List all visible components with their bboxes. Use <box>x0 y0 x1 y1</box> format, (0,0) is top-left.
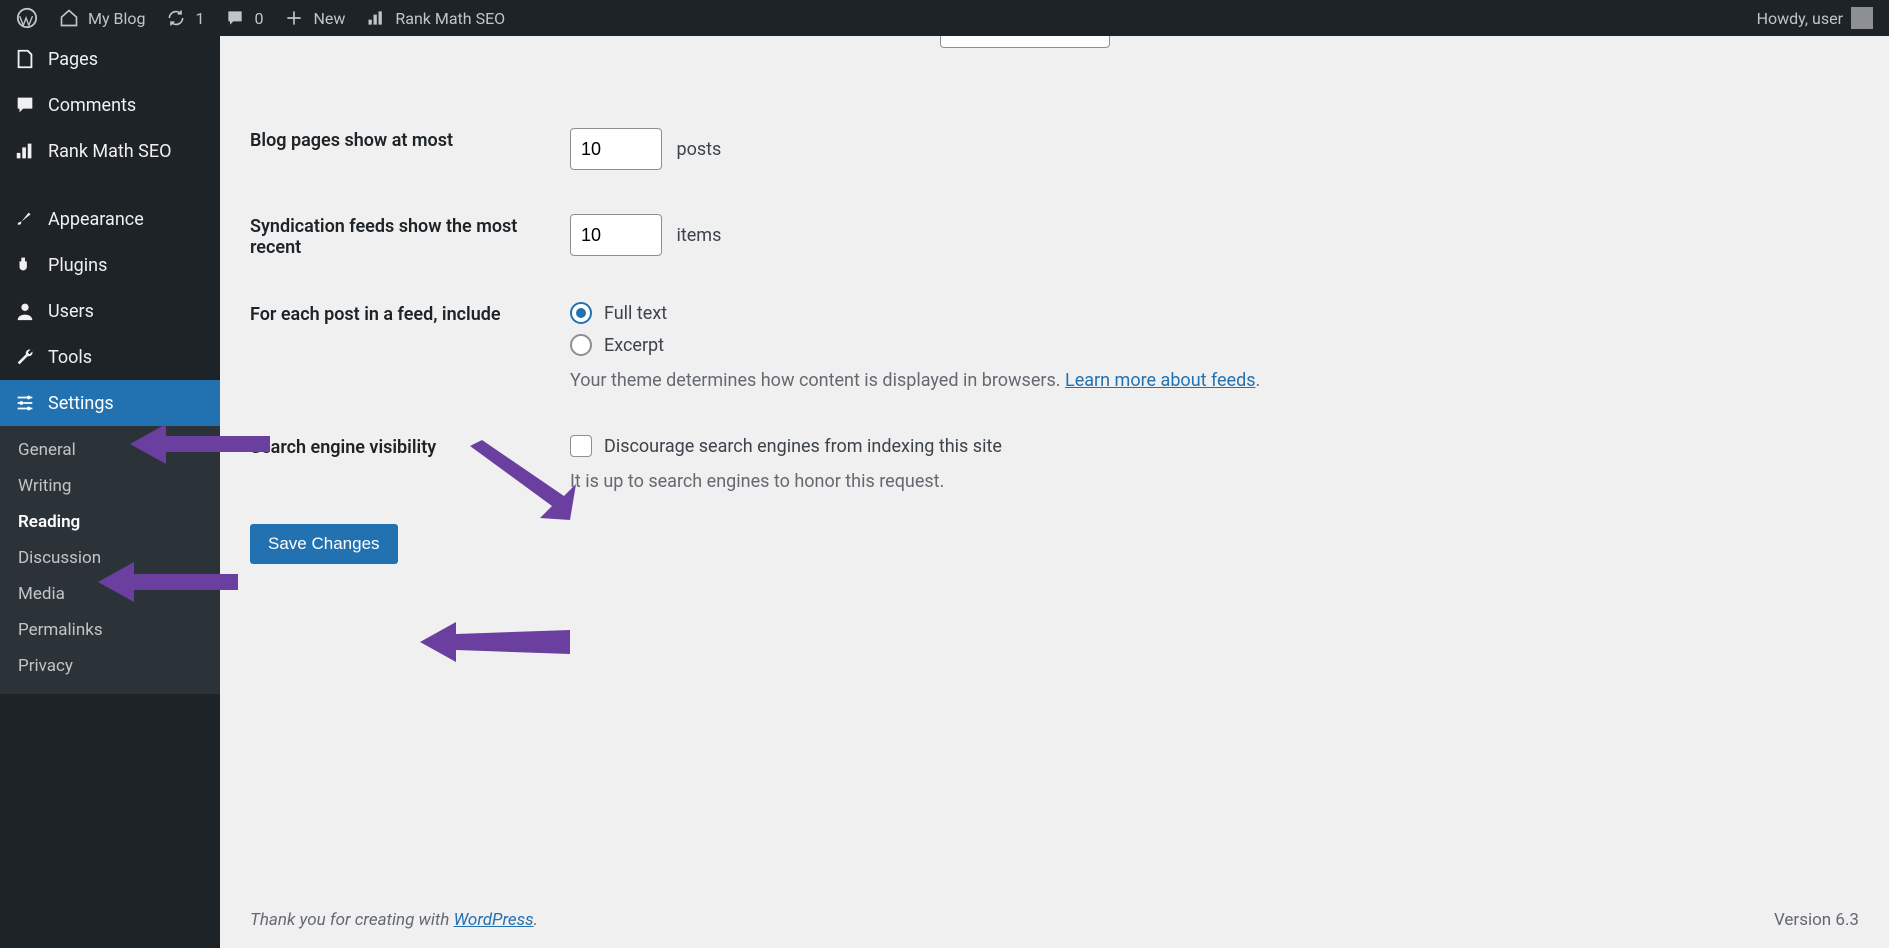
admin-sidebar: Pages Comments Rank Math SEO Appearance … <box>0 36 220 948</box>
input-blog-pages[interactable] <box>570 128 662 170</box>
admin-toolbar: My Blog 1 0 New Rank Math SEO Howdy, use… <box>0 0 1889 36</box>
page-icon <box>14 48 36 70</box>
wp-logo[interactable] <box>6 0 48 36</box>
site-link[interactable]: My Blog <box>48 0 155 36</box>
radio-fulltext-label: Full text <box>604 303 667 324</box>
submenu-privacy[interactable]: Privacy <box>0 648 220 684</box>
label-syndication: Syndication feeds show the most recent <box>250 214 570 258</box>
submenu-permalinks[interactable]: Permalinks <box>0 612 220 648</box>
plug-icon <box>14 254 36 276</box>
checkbox-discourage-indexing[interactable] <box>570 435 592 457</box>
rankmath-label: Rank Math SEO <box>395 9 505 28</box>
chart-icon <box>365 7 387 29</box>
updates-count: 1 <box>195 9 204 28</box>
cutoff-select[interactable] <box>940 36 1110 48</box>
site-name: My Blog <box>88 9 145 28</box>
comment-icon <box>14 94 36 116</box>
admin-footer: Thank you for creating with WordPress. V… <box>220 892 1889 948</box>
label-visibility: Search engine visibility <box>250 435 570 458</box>
greeting: Howdy, user <box>1757 9 1843 28</box>
sidebar-item-pages[interactable]: Pages <box>0 36 220 82</box>
save-changes-button[interactable]: Save Changes <box>250 524 398 564</box>
wrench-icon <box>14 346 36 368</box>
sidebar-item-appearance[interactable]: Appearance <box>0 196 220 242</box>
radio-excerpt-label: Excerpt <box>604 335 664 356</box>
reading-settings-form: Blog pages show at most posts Syndicatio… <box>250 106 1859 514</box>
wordpress-link[interactable]: WordPress <box>454 910 534 930</box>
visibility-checkbox-row[interactable]: Discourage search engines from indexing … <box>570 435 1859 457</box>
sidebar-item-tools[interactable]: Tools <box>0 334 220 380</box>
sidebar-item-label: Rank Math SEO <box>48 141 172 162</box>
footer-thanks-prefix: Thank you for creating with <box>250 910 454 930</box>
row-blog-pages: Blog pages show at most posts <box>250 106 1859 192</box>
radio-excerpt[interactable] <box>570 334 592 356</box>
footer-thanks-suffix: . <box>534 910 538 930</box>
comments-count: 0 <box>254 9 263 28</box>
rankmath-toolbar-link[interactable]: Rank Math SEO <box>355 0 515 36</box>
wordpress-icon <box>16 7 38 29</box>
feed-desc-prefix: Your theme determines how content is dis… <box>570 370 1065 391</box>
settings-reading-page: Blog pages show at most posts Syndicatio… <box>220 36 1889 948</box>
sidebar-item-comments[interactable]: Comments <box>0 82 220 128</box>
sidebar-item-label: Tools <box>48 347 92 368</box>
visibility-description: It is up to search engines to honor this… <box>570 471 1859 492</box>
chart-icon <box>14 140 36 162</box>
learn-more-feeds-link[interactable]: Learn more about feeds <box>1065 370 1256 391</box>
suffix-blog-pages: posts <box>676 139 721 160</box>
brush-icon <box>14 208 36 230</box>
radio-option-excerpt[interactable]: Excerpt <box>570 334 1859 356</box>
footer-thanks: Thank you for creating with WordPress. <box>250 910 538 930</box>
radio-fulltext[interactable] <box>570 302 592 324</box>
submenu-media[interactable]: Media <box>0 576 220 612</box>
submenu-writing[interactable]: Writing <box>0 468 220 504</box>
submenu-discussion[interactable]: Discussion <box>0 540 220 576</box>
submenu-general[interactable]: General <box>0 432 220 468</box>
row-syndication: Syndication feeds show the most recent i… <box>250 192 1859 280</box>
sliders-icon <box>14 392 36 414</box>
label-feed-include: For each post in a feed, include <box>250 302 570 325</box>
input-syndication[interactable] <box>570 214 662 256</box>
row-visibility: Search engine visibility Discourage sear… <box>250 413 1859 514</box>
updates-link[interactable]: 1 <box>155 0 214 36</box>
comment-icon <box>224 7 246 29</box>
user-icon <box>14 300 36 322</box>
settings-submenu: General Writing Reading Discussion Media… <box>0 426 220 694</box>
sidebar-item-label: Pages <box>48 49 98 70</box>
sidebar-item-settings[interactable]: Settings <box>0 380 220 426</box>
row-feed-include: For each post in a feed, include Full te… <box>250 280 1859 413</box>
sidebar-item-label: Plugins <box>48 255 107 276</box>
checkbox-label: Discourage search engines from indexing … <box>604 436 1002 457</box>
sidebar-item-plugins[interactable]: Plugins <box>0 242 220 288</box>
new-label: New <box>313 9 345 28</box>
footer-version: Version 6.3 <box>1774 910 1859 930</box>
sidebar-item-label: Appearance <box>48 209 144 230</box>
sidebar-item-rankmath[interactable]: Rank Math SEO <box>0 128 220 174</box>
suffix-syndication: items <box>676 225 721 246</box>
comments-link[interactable]: 0 <box>214 0 273 36</box>
avatar <box>1851 7 1873 29</box>
sidebar-item-label: Settings <box>48 393 114 414</box>
sidebar-item-users[interactable]: Users <box>0 288 220 334</box>
feed-desc-suffix: . <box>1256 370 1261 391</box>
plus-icon <box>283 7 305 29</box>
refresh-icon <box>165 7 187 29</box>
new-content-link[interactable]: New <box>273 0 355 36</box>
label-blog-pages: Blog pages show at most <box>250 128 570 151</box>
home-icon <box>58 7 80 29</box>
feed-description: Your theme determines how content is dis… <box>570 370 1859 391</box>
sidebar-item-label: Users <box>48 301 94 322</box>
submenu-reading[interactable]: Reading <box>0 504 220 540</box>
sidebar-item-label: Comments <box>48 95 136 116</box>
radio-option-fulltext[interactable]: Full text <box>570 302 1859 324</box>
user-account-link[interactable]: Howdy, user <box>1747 0 1883 36</box>
